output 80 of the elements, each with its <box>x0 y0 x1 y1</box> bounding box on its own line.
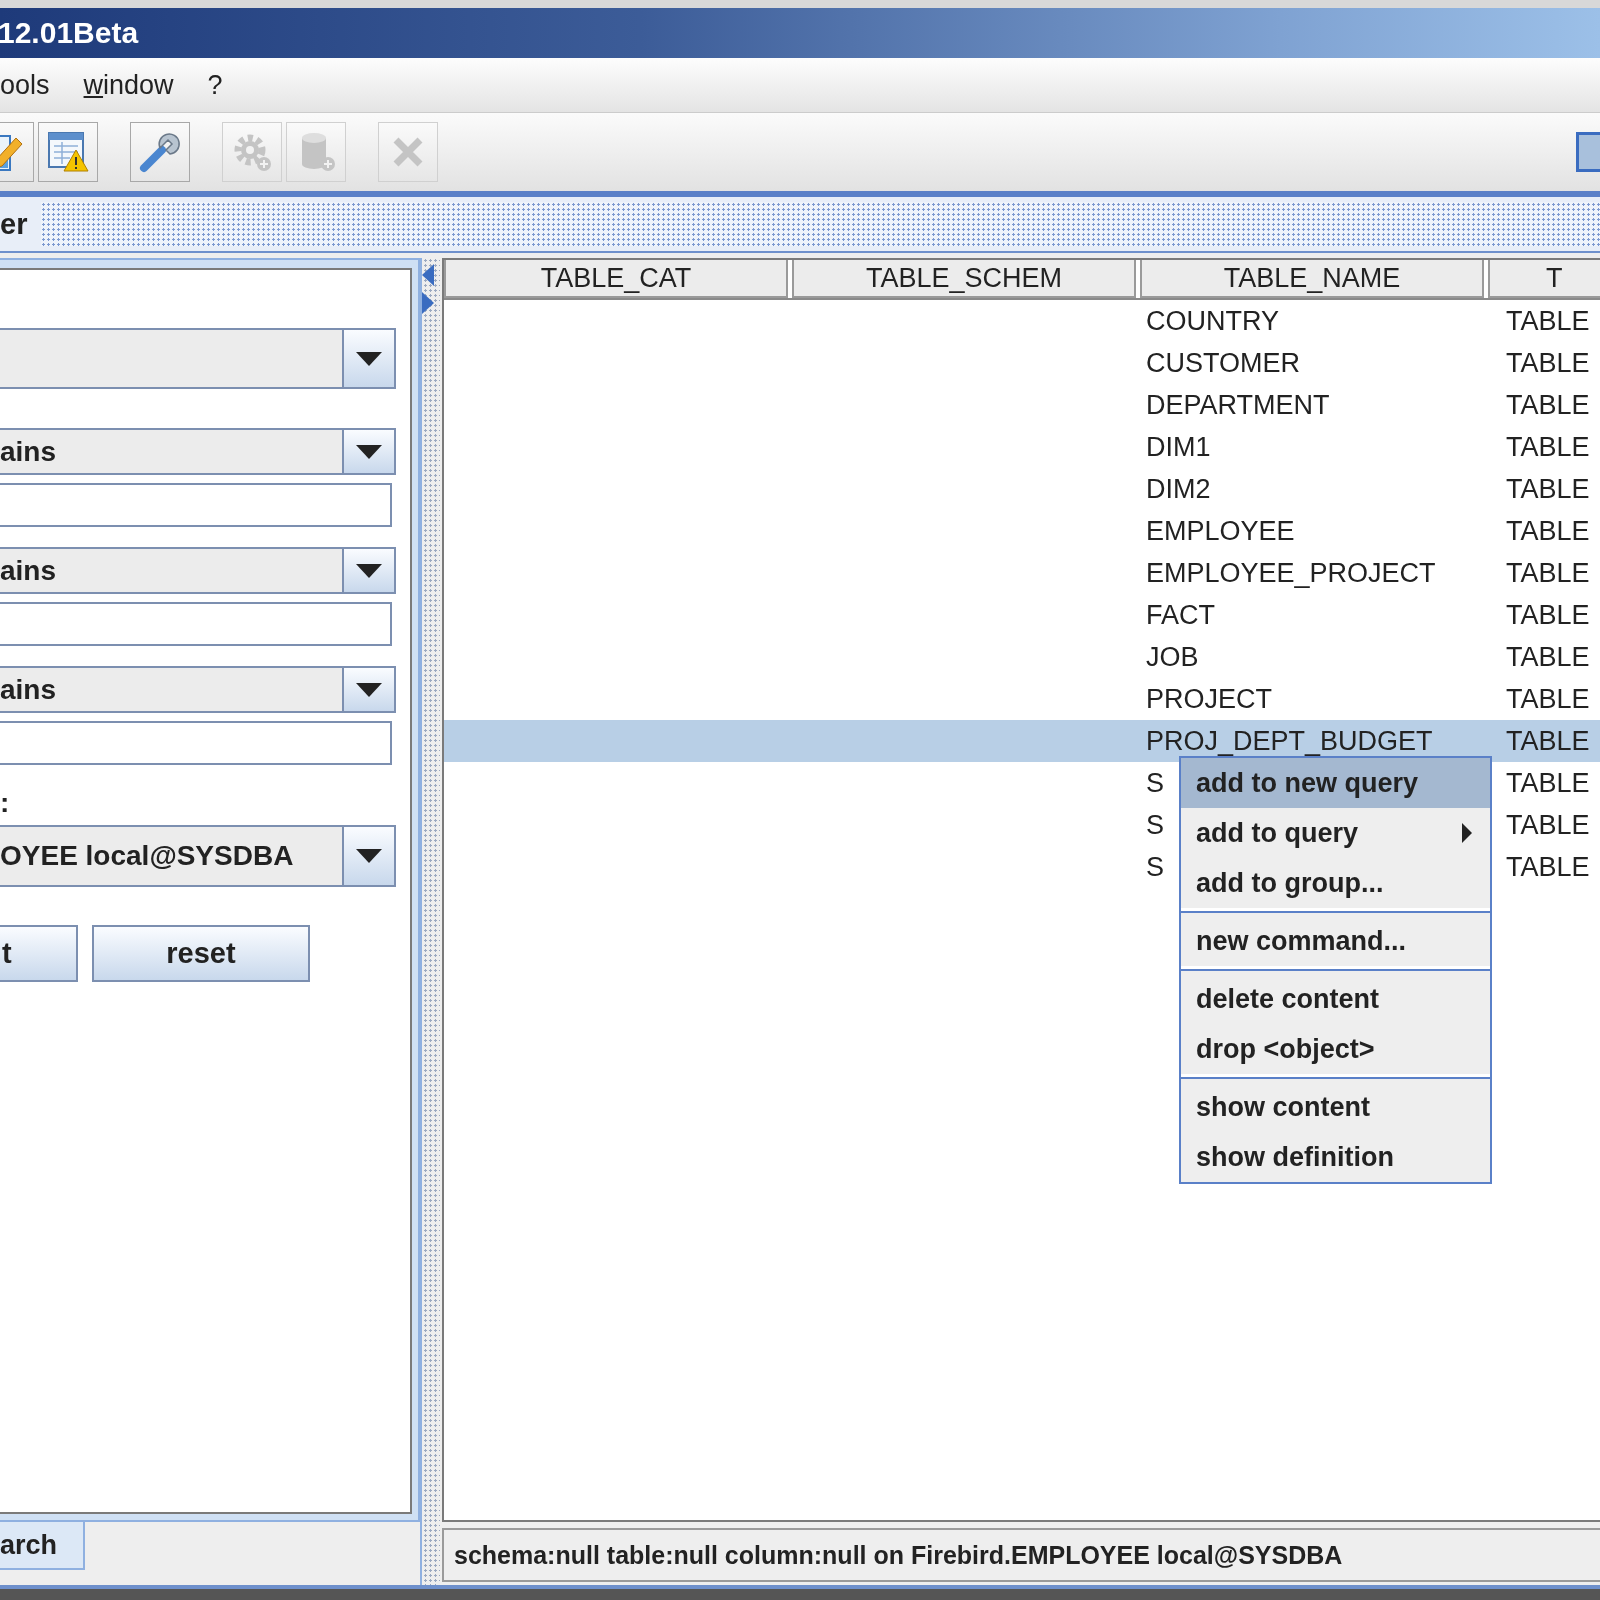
menu-item[interactable]: ? <box>207 69 223 101</box>
splitter[interactable] <box>420 258 440 1585</box>
menu-item[interactable]: delete content <box>1181 974 1490 1024</box>
dropdown-button[interactable] <box>344 668 394 711</box>
table-cell-text: TABLE <box>1506 305 1591 337</box>
column-header[interactable]: TABLE_CAT <box>444 260 788 298</box>
panel-button[interactable]: reset <box>92 925 310 982</box>
table-cell-text: TABLE <box>1506 809 1591 841</box>
tab[interactable]: arch <box>0 1522 85 1570</box>
input-field[interactable] <box>0 602 392 646</box>
dropdown-button[interactable] <box>344 430 394 473</box>
table-cell-text: CUSTOMER <box>1145 347 1300 379</box>
dropdown[interactable]: OYEE local@SYSDBA <box>0 825 396 887</box>
table-cell-text: TABLE <box>1506 683 1591 715</box>
status-bar: schema:null table:null column:null on Firebird.EMPLOYEE local@SYSDBA <box>442 1528 1600 1582</box>
menu-item[interactable]: window <box>83 69 174 101</box>
table-cell-text: TABLE <box>1506 557 1591 589</box>
column-header[interactable]: TABLE_SCHEM <box>792 260 1136 298</box>
menu-item[interactable]: add to query <box>1181 808 1490 858</box>
right-arrow-icon[interactable] <box>422 292 434 314</box>
panel-title: er <box>0 207 28 241</box>
menu-item[interactable]: show content <box>1181 1082 1490 1132</box>
table-cell-text: S <box>1145 851 1164 883</box>
menu-item[interactable]: new command... <box>1181 916 1490 966</box>
column-header[interactable]: TABLE_NAME <box>1140 260 1484 298</box>
table-cell-text: EMPLOYEE <box>1145 515 1295 547</box>
menu-item[interactable]: drop <object> <box>1181 1024 1490 1074</box>
input-field[interactable] <box>0 483 392 527</box>
left-arrow-icon[interactable] <box>422 264 434 286</box>
table-cell-text: TABLE <box>1506 431 1591 463</box>
dropdown-value: ains <box>0 430 344 473</box>
caret-icon <box>356 563 382 578</box>
panel-button[interactable]: t <box>0 925 78 982</box>
table-cell-text: DEPARTMENT <box>1145 389 1330 421</box>
table-cell-text: TABLE <box>1506 641 1591 673</box>
table-cell-text: DIM1 <box>1145 431 1211 463</box>
table-cell-text: JOB <box>1145 641 1199 673</box>
column-header[interactable]: T <box>1488 260 1600 298</box>
toolbar-button[interactable] <box>38 122 98 182</box>
table-cell-text: TABLE <box>1506 473 1591 505</box>
menu-item[interactable]: add to new query <box>1181 758 1490 808</box>
table-cell-text: EMPLOYEE_PROJECT <box>1145 557 1436 589</box>
table-cell-text: COUNTRY <box>1145 305 1279 337</box>
selected-row[interactable]: PROJ_DEPT_BUDGET TABLE <box>444 720 1600 762</box>
menu-item[interactable]: ools <box>0 69 50 101</box>
table-cell-text: DIM2 <box>1145 473 1211 505</box>
dropdown-button[interactable] <box>344 330 394 387</box>
dropdown-value: OYEE local@SYSDBA <box>0 827 344 885</box>
input-field[interactable] <box>0 721 392 765</box>
menu-item[interactable]: add to group... <box>1181 858 1490 908</box>
caret-icon <box>356 849 382 863</box>
window-title: 12.01Beta <box>0 16 139 50</box>
caret-icon <box>356 444 382 459</box>
table-cell-text: TABLE <box>1506 725 1591 757</box>
table-cell-text: TABLE <box>1506 599 1591 631</box>
dropdown[interactable]: ains <box>0 666 396 713</box>
table-cell-text: FACT <box>1145 599 1215 631</box>
table-cell-text: TABLE <box>1506 767 1591 799</box>
table-cell-text: S <box>1145 767 1164 799</box>
dropdown[interactable]: ains <box>0 547 396 594</box>
toolbar-button[interactable] <box>130 122 190 182</box>
table-cell-text: TABLE <box>1506 389 1591 421</box>
table-cell-text: PROJECT <box>1145 683 1272 715</box>
dropdown-button[interactable] <box>344 827 394 885</box>
field-label: : <box>0 787 11 820</box>
table-cell-text: S <box>1145 809 1164 841</box>
menu-item[interactable]: show definition <box>1181 1132 1490 1182</box>
caret-icon <box>356 351 382 366</box>
table-cell-text: TABLE <box>1506 851 1591 883</box>
dropdown-value: ains <box>0 668 344 711</box>
table-cell-text: PROJ_DEPT_BUDGET <box>1145 725 1433 757</box>
table-cell-text: TABLE <box>1506 347 1591 379</box>
table-cell-text: TABLE <box>1506 515 1591 547</box>
table-warning-icon <box>46 130 90 174</box>
submenu-arrow-icon <box>1462 823 1472 843</box>
dropdown[interactable]: ains <box>0 428 396 475</box>
dropdown-value: ains <box>0 549 344 592</box>
caret-icon <box>356 682 382 697</box>
dropdown-button[interactable] <box>344 549 394 592</box>
wrench-icon <box>138 130 182 174</box>
